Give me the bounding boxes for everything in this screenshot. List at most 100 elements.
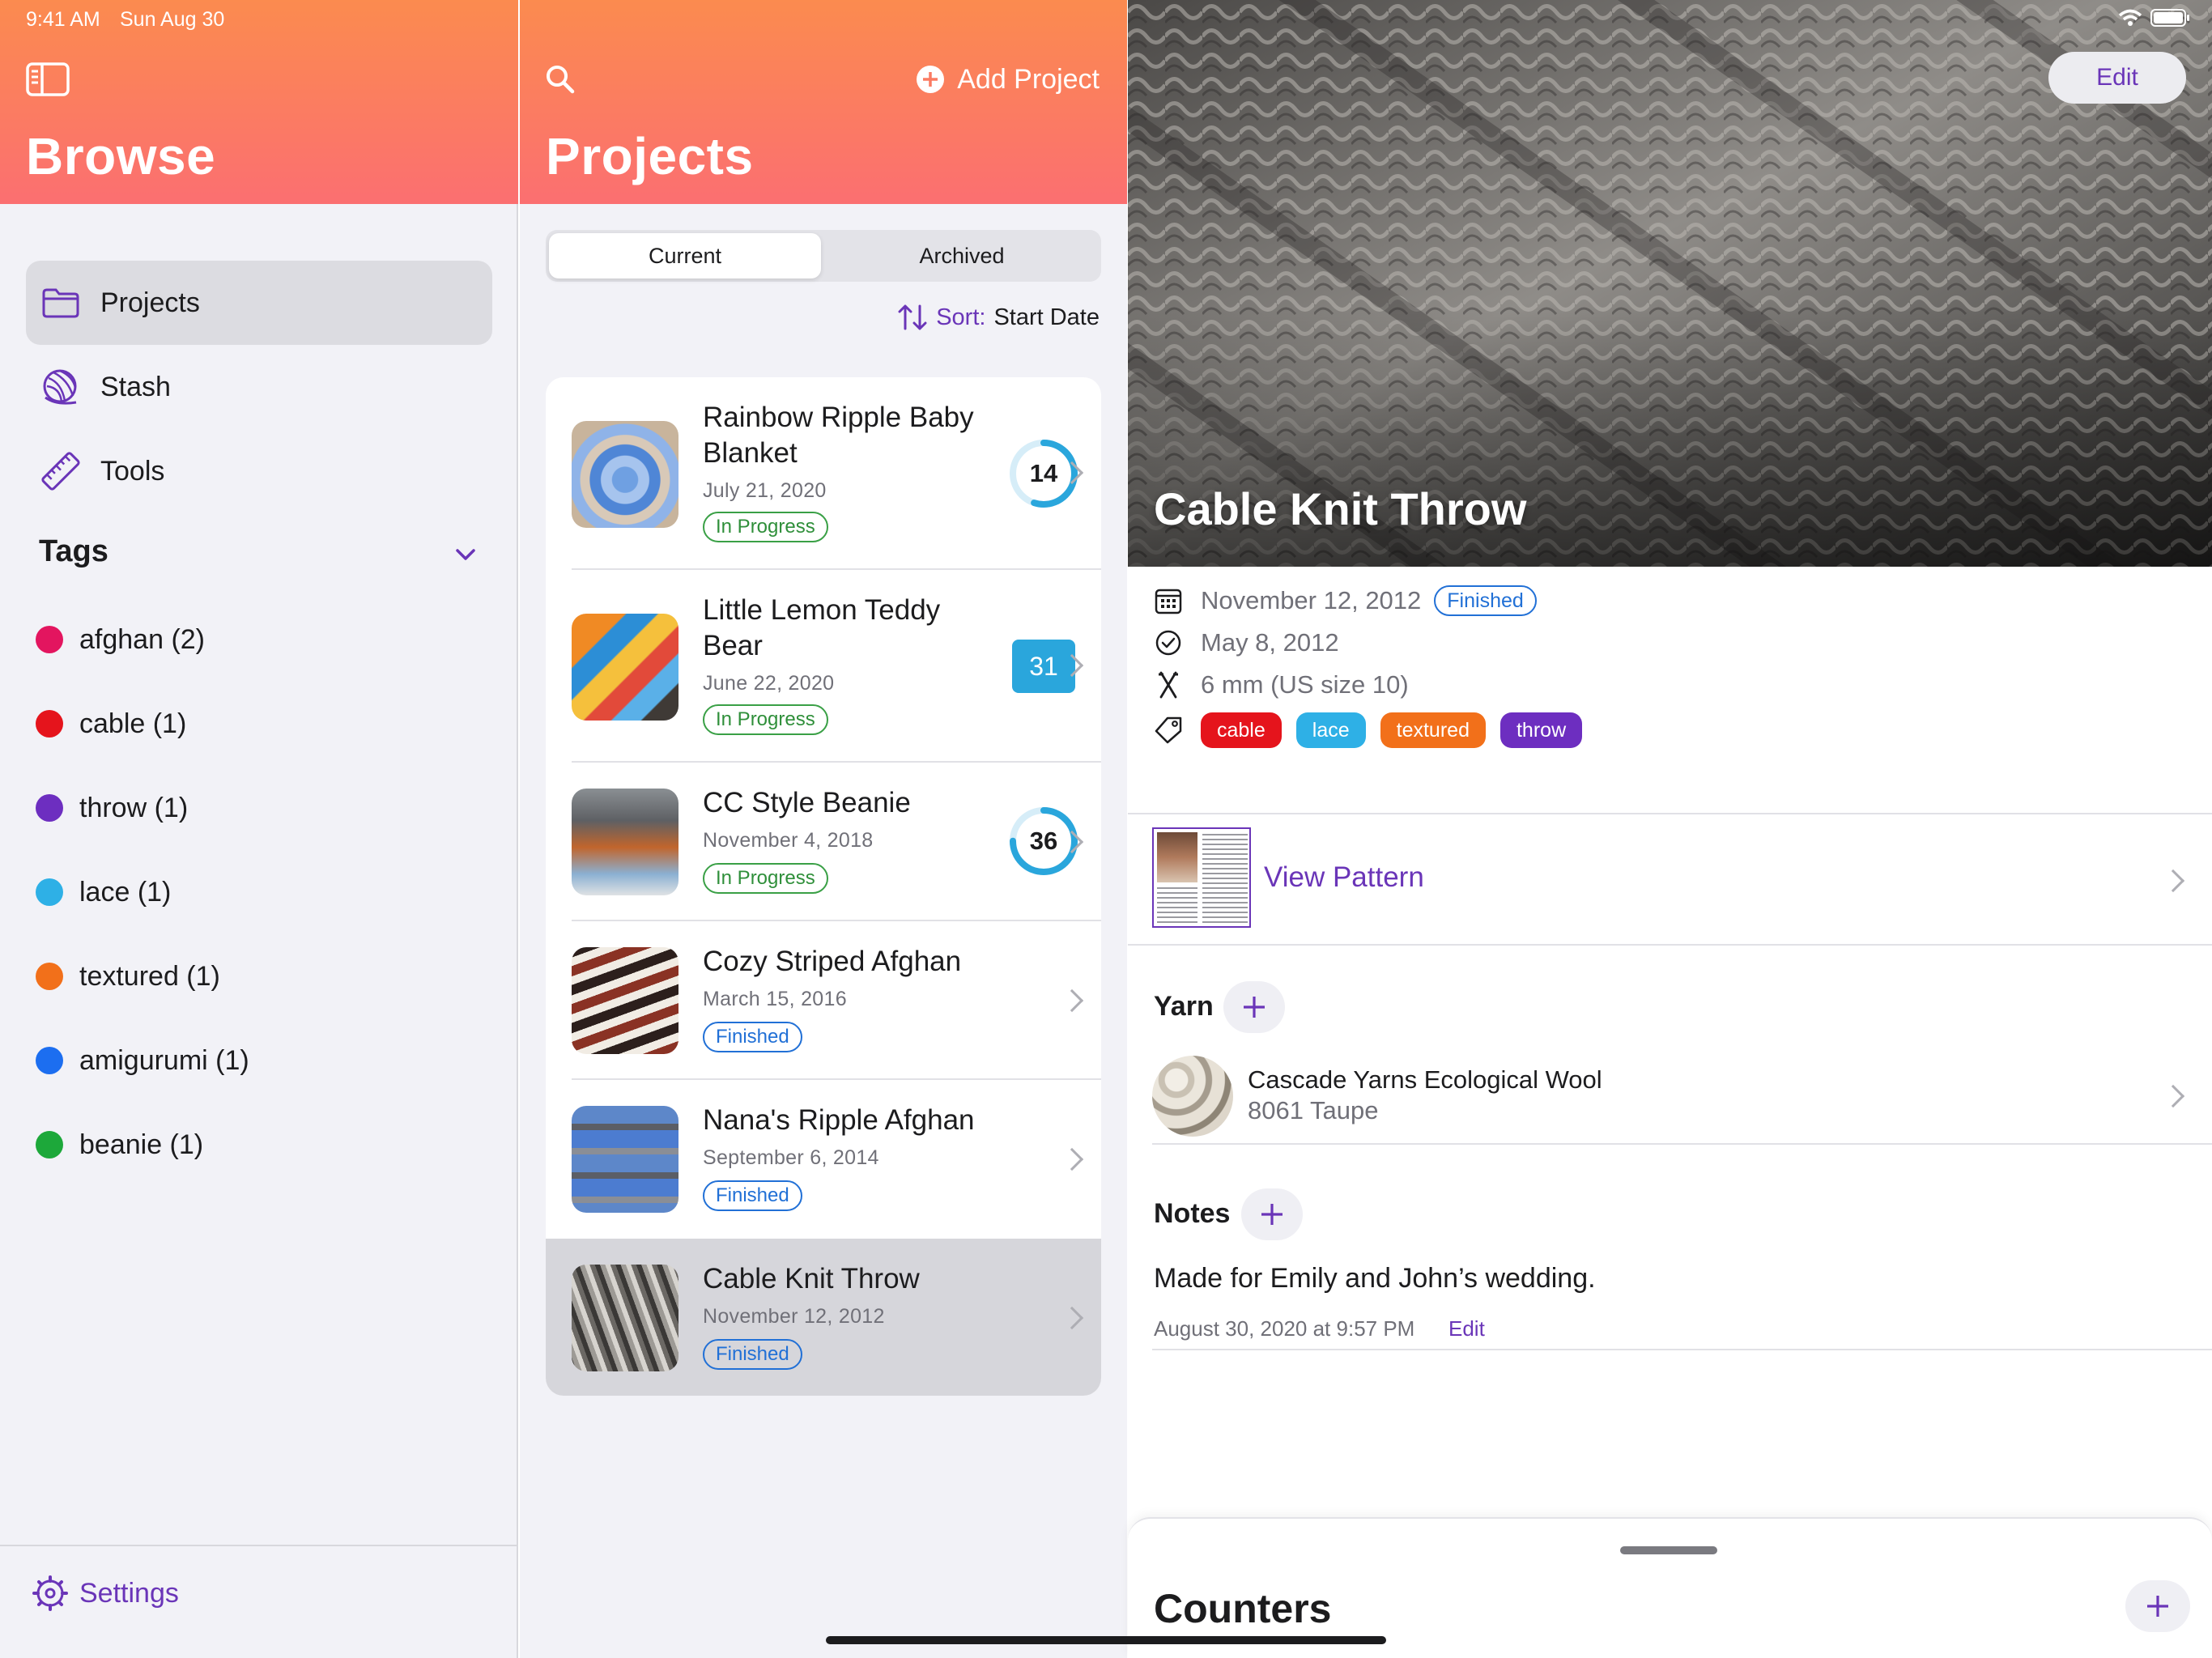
- tag-chip-throw[interactable]: throw: [1499, 712, 1583, 748]
- project-thumbnail: [572, 614, 678, 721]
- tag-beanie[interactable]: beanie (1): [36, 1120, 203, 1169]
- edit-button[interactable]: Edit: [2048, 52, 2186, 104]
- calendar-icon: [1152, 585, 1185, 617]
- chevron-right-icon: [1060, 1306, 1084, 1330]
- tag-label: afghan (2): [79, 623, 205, 655]
- tag-afghan[interactable]: afghan (2): [36, 615, 205, 664]
- chevron-right-icon: [2161, 1084, 2185, 1108]
- tag-label: beanie (1): [79, 1129, 204, 1160]
- project-row-cozy-striped[interactable]: Cozy Striped Afghan March 15, 2016 Finis…: [546, 921, 1101, 1080]
- segment-current[interactable]: Current: [549, 233, 821, 278]
- yarn-row[interactable]: Cascade Yarns Ecological Wool 8061 Taupe: [1152, 1052, 2212, 1143]
- project-date: November 12, 2012: [703, 1305, 885, 1328]
- status-badge: Finished: [703, 1339, 802, 1370]
- list-header: Add Project Projects: [520, 0, 1127, 204]
- project-name: Cozy Striped Afghan: [703, 946, 962, 977]
- tag-label: lace (1): [79, 876, 172, 908]
- tag-throw[interactable]: throw (1): [36, 784, 188, 832]
- sidebar-item-stash[interactable]: Stash: [26, 345, 492, 429]
- status-badge: Finished: [1434, 585, 1537, 616]
- tag-chip-textured[interactable]: textured: [1380, 712, 1486, 748]
- note-timestamp: August 30, 2020 at 9:57 PM: [1154, 1316, 1415, 1341]
- segment-archived[interactable]: Archived: [826, 233, 1098, 278]
- project-name: Little Lemon Teddy Bear: [703, 594, 941, 661]
- project-thumbnail: [572, 789, 678, 895]
- status-badge: In Progress: [703, 704, 828, 735]
- status-badge: Finished: [703, 1180, 802, 1211]
- project-row-cable-knit-throw[interactable]: Cable Knit Throw November 12, 2012 Finis…: [546, 1239, 1101, 1396]
- project-date: September 6, 2014: [703, 1146, 879, 1169]
- project-row-lemon-teddy[interactable]: Little Lemon Teddy Bear June 22, 2020 In…: [546, 570, 1101, 763]
- sidebar-title: Browse: [26, 127, 216, 185]
- tag-chip-lace[interactable]: lace: [1295, 712, 1366, 748]
- sidebar-item-projects[interactable]: Projects: [26, 261, 492, 345]
- sidebar-item-tools[interactable]: Tools: [26, 429, 492, 513]
- project-list: Rainbow Ripple Baby Blanket July 21, 202…: [546, 377, 1101, 1396]
- row-divider: [1152, 1349, 2212, 1350]
- tag-amigurumi[interactable]: amigurumi (1): [36, 1036, 249, 1085]
- sidebar-item-label: Projects: [100, 287, 200, 318]
- project-detail: Edit Cable Knit Throw November 12, 2012 …: [1128, 0, 2212, 1658]
- view-pattern-row[interactable]: View Pattern: [1128, 814, 2212, 944]
- plus-icon: [1261, 1204, 1283, 1225]
- ruler-icon: [39, 449, 83, 493]
- add-note-button[interactable]: [1241, 1188, 1303, 1240]
- sort-button[interactable]: Sort: Start Date: [897, 303, 1100, 332]
- yarn-colorway: 8061 Taupe: [1248, 1096, 1379, 1124]
- project-row-cc-beanie[interactable]: CC Style Beanie November 4, 2018 In Prog…: [546, 763, 1101, 921]
- tag-icon: [1152, 714, 1185, 746]
- sidebar-toggle-icon[interactable]: [26, 62, 70, 97]
- chevron-right-icon: [2161, 869, 2185, 893]
- tag-color-dot: [36, 794, 63, 822]
- end-date-row: November 12, 2012 Finished: [1152, 580, 1537, 622]
- needles-icon: [1152, 669, 1185, 701]
- project-thumbnail: [572, 947, 678, 1054]
- project-hero-image: Edit Cable Knit Throw: [1128, 0, 2212, 567]
- plus-icon: [2147, 1596, 2168, 1617]
- project-row-nanas-ripple[interactable]: Nana's Ripple Afghan September 6, 2014 F…: [546, 1080, 1101, 1239]
- tag-color-dot: [36, 626, 63, 653]
- tag-cable[interactable]: cable (1): [36, 699, 186, 748]
- status-badge: Finished: [703, 1022, 802, 1052]
- start-date-row: May 8, 2012: [1152, 622, 1339, 664]
- tag-chip-cable[interactable]: cable: [1201, 712, 1282, 748]
- sidebar: 9:41 AM Sun Aug 30 Browse Projects Stash…: [0, 0, 518, 1658]
- add-counter-button[interactable]: [2125, 1580, 2190, 1632]
- row-divider: [1152, 1143, 2212, 1145]
- notes-section-title: Notes: [1154, 1198, 1231, 1229]
- settings-button[interactable]: Settings: [32, 1571, 179, 1616]
- tags-row: cable lace textured throw: [1152, 709, 1597, 751]
- status-time: 9:41 AM: [26, 8, 100, 31]
- folder-icon: [39, 281, 83, 325]
- tag-label: throw (1): [79, 792, 189, 823]
- home-indicator[interactable]: [826, 1636, 1386, 1644]
- project-name: Rainbow Ripple Baby Blanket: [703, 402, 974, 469]
- counters-title: Counters: [1154, 1586, 1332, 1631]
- add-yarn-button[interactable]: [1223, 981, 1285, 1033]
- tag-lace[interactable]: lace (1): [36, 868, 171, 916]
- project-row-rainbow-ripple[interactable]: Rainbow Ripple Baby Blanket July 21, 202…: [546, 377, 1101, 570]
- view-pattern-label: View Pattern: [1264, 861, 1424, 893]
- tag-color-dot: [36, 878, 63, 906]
- sidebar-item-label: Tools: [100, 455, 165, 487]
- project-thumbnail: [572, 1265, 678, 1371]
- tag-textured[interactable]: textured (1): [36, 952, 220, 1001]
- project-title: Cable Knit Throw: [1154, 483, 1527, 534]
- sidebar-footer: Settings: [0, 1545, 518, 1658]
- search-icon[interactable]: [544, 63, 576, 96]
- gear-icon: [32, 1575, 68, 1611]
- project-name: CC Style Beanie: [703, 787, 911, 818]
- sheet-grabber[interactable]: [1620, 1546, 1717, 1554]
- settings-label: Settings: [79, 1577, 179, 1609]
- yarn-section-title: Yarn: [1154, 991, 1214, 1022]
- sort-arrows-icon: [897, 303, 928, 332]
- status-badge: In Progress: [703, 863, 828, 894]
- chevron-right-icon: [1060, 1147, 1084, 1171]
- project-name: Nana's Ripple Afghan: [703, 1104, 975, 1136]
- status-icons: [2118, 8, 2191, 28]
- needle-size: 6 mm (US size 10): [1201, 670, 1409, 699]
- note-edit-link[interactable]: Edit: [1448, 1316, 1485, 1341]
- add-project-button[interactable]: Add Project: [915, 60, 1100, 99]
- chevron-down-icon[interactable]: [455, 544, 476, 565]
- tag-color-dot: [36, 1131, 63, 1158]
